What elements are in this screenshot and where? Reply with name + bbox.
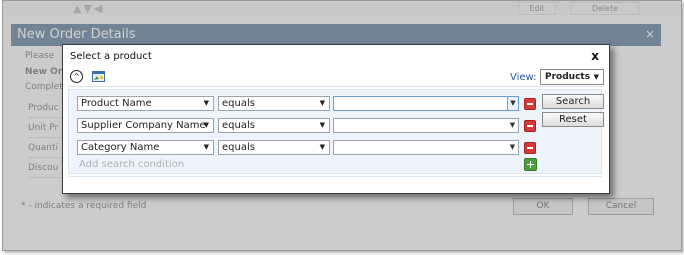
add-search-condition-link[interactable]: Add search condition [79,159,184,170]
condition-operator-value: equals [222,120,255,131]
add-condition-icon[interactable] [524,158,537,171]
condition-operator-value: equals [222,142,255,153]
select-product-dialog: Select a product x ^ View: Products ▼ Pr… [62,44,610,194]
dropdown-arrow-icon[interactable]: ▼ [507,96,519,111]
chevron-down-icon: ▼ [319,99,325,107]
condition-field-select[interactable]: Supplier Company Name ▼ [77,118,214,133]
chevron-down-icon: ▼ [203,143,209,151]
chevron-down-icon: ▼ [203,121,209,129]
condition-field-value: Product Name [81,98,152,109]
view-select-value: Products [545,72,591,82]
condition-operator-select[interactable]: equals ▼ [218,118,330,133]
remove-condition-icon[interactable] [524,120,536,132]
view-label: View: [510,72,537,83]
chevron-down-icon: ▼ [203,99,209,107]
image-icon[interactable] [92,71,105,82]
condition-field-select[interactable]: Product Name ▼ [77,96,214,111]
view-select[interactable]: Products ▼ [540,69,604,85]
search-button[interactable]: Search [542,94,604,109]
dialog-title: Select a product [70,51,152,62]
condition-value-input[interactable]: ▼ [333,118,519,133]
collapse-icon[interactable]: ^ [70,70,83,83]
dialog-footer [68,176,602,190]
close-icon[interactable]: x [591,49,599,63]
chevron-down-icon: ▼ [319,143,325,151]
dropdown-arrow-icon[interactable]: ▼ [507,119,518,132]
dropdown-arrow-icon[interactable]: ▼ [507,141,518,154]
condition-value-input[interactable]: ▼ [333,96,519,111]
remove-condition-icon[interactable] [524,142,536,154]
condition-operator-select[interactable]: equals ▼ [218,96,330,111]
condition-field-value: Supplier Company Name [81,120,206,131]
condition-operator-value: equals [222,98,255,109]
condition-operator-select[interactable]: equals ▼ [218,140,330,155]
chevron-down-icon: ▼ [593,73,599,81]
condition-field-select[interactable]: Category Name ▼ [77,140,214,155]
search-conditions-panel: Product Name ▼ equals ▼ ▼ Supplier Compa… [68,89,604,174]
chevron-down-icon: ▼ [319,121,325,129]
condition-field-value: Category Name [81,142,160,153]
reset-button[interactable]: Reset [542,112,604,127]
remove-condition-icon[interactable] [524,98,536,110]
condition-value-input[interactable]: ▼ [333,140,519,155]
dialog-toolbar: ^ View: Products ▼ [68,69,604,87]
